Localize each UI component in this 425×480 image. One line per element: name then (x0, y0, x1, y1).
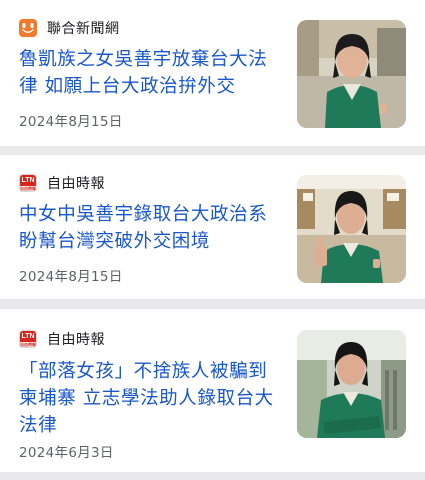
news-card[interactable]: LTN 自由時報 自由時報 「部落女孩」不捨族人被騙到柬埔寨 立志學法助人錄取台… (0, 309, 425, 472)
article-headline[interactable]: 「部落女孩」不捨族人被騙到柬埔寨 立志學法助人錄取台大法律 (19, 358, 281, 439)
article-thumbnail[interactable] (297, 20, 406, 128)
source-name: 聯合新聞網 (47, 21, 120, 37)
udn-logo-icon (19, 19, 37, 37)
ltn-logo-icon: LTN 自由時報 (19, 174, 37, 192)
news-card[interactable]: 聯合新聞網 魯凱族之女吳善宇放棄台大法律 如願上台大政治拚外交 2024年8月1… (0, 0, 425, 146)
article-thumbnail[interactable] (297, 330, 406, 438)
news-card[interactable]: LTN 自由時報 自由時報 中女中吳善宇錄取台大政治系 盼幫台灣突破外交困境 2… (0, 155, 425, 299)
news-source: 聯合新聞網 (19, 18, 120, 38)
article-headline[interactable]: 魯凱族之女吳善宇放棄台大法律 如願上台大政治拚外交 (19, 46, 281, 100)
source-name: 自由時報 (47, 332, 105, 348)
ltn-logo-icon: LTN 自由時報 (19, 330, 37, 348)
article-date: 2024年8月15日 (19, 269, 123, 285)
source-name: 自由時報 (47, 176, 105, 192)
news-source: LTN 自由時報 自由時報 (19, 329, 105, 349)
article-date: 2024年6月3日 (19, 445, 114, 461)
article-date: 2024年8月15日 (19, 114, 123, 130)
article-headline[interactable]: 中女中吳善宇錄取台大政治系 盼幫台灣突破外交困境 (19, 201, 281, 255)
news-source: LTN 自由時報 自由時報 (19, 173, 105, 193)
article-thumbnail[interactable] (297, 175, 406, 283)
